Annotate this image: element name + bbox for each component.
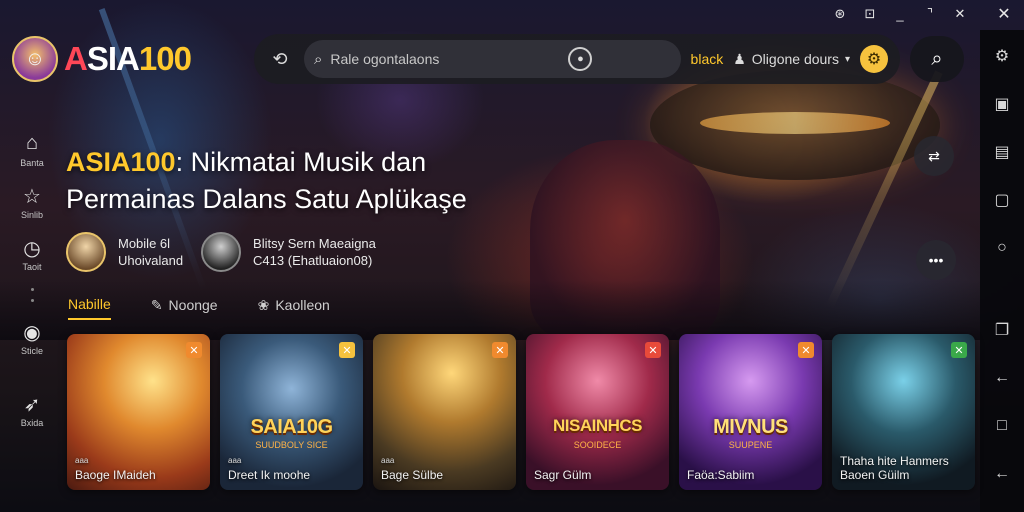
user-card[interactable]: Mobile 6l Uhoivaland	[66, 232, 183, 272]
left-sidebar: ⌂ Banta ☆ Sinlib ◷ Taoit ◉ Sticle ➶ Bxid…	[8, 132, 56, 444]
x-icon[interactable]: ✕	[492, 342, 508, 358]
camera-icon[interactable]: ▣	[991, 94, 1013, 114]
game-card[interactable]: ✕ NISAINHCS SOOIDECE Sagr Gülm	[526, 334, 669, 490]
screenshot-icon[interactable]: ▤	[991, 142, 1013, 162]
game-card[interactable]: ✕ aaa Baoge IMaideh	[67, 334, 210, 490]
star-icon: ☆	[23, 186, 41, 208]
refresh-icon[interactable]: ⟲	[266, 45, 294, 73]
disc-icon: ◉	[23, 322, 41, 344]
tab-nabille[interactable]: Nabille	[68, 296, 111, 320]
pencil-icon: ✎	[150, 296, 163, 313]
game-cards-row: ✕ aaa Baoge IMaideh ✕ SAIA10G SUUDBOLY SI…	[67, 334, 975, 490]
app-logo[interactable]: ☺ ASIA100	[12, 36, 192, 82]
close-x-icon[interactable]: ✕	[996, 6, 1012, 23]
shuffle-button[interactable]: ⇄	[914, 136, 954, 176]
search-field[interactable]: ⌕ ●	[304, 40, 681, 78]
top-toolbar: ⟲ ⌕ ● black ♟ Oligone dours ▾ ⚙	[254, 34, 900, 84]
sidebar-item-bxida[interactable]: ➶ Bxida	[8, 392, 56, 428]
timer-icon: ◷	[23, 238, 41, 260]
x-icon[interactable]: ✕	[645, 342, 661, 358]
rocket-icon: ➶	[23, 394, 41, 416]
x-icon[interactable]: ✕	[186, 342, 202, 358]
minimize-icon[interactable]: _	[892, 6, 908, 22]
file-icon[interactable]: ▢	[991, 190, 1013, 210]
people-icon: ♟	[733, 50, 746, 67]
settings-gear-icon[interactable]: ⚙	[860, 45, 888, 73]
avatar	[201, 232, 242, 272]
game-card[interactable]: ✕ SAIA10G SUUDBOLY SICE aaa Dreet Ik mooh…	[220, 334, 363, 490]
sidebar-item-sticle[interactable]: ◉ Sticle	[8, 320, 56, 356]
x-icon[interactable]: ✕	[339, 342, 355, 358]
search-input[interactable]	[330, 51, 561, 67]
user-card[interactable]: Blitsy Sern Maeaigna C413 (Ehatluaion08)	[201, 232, 376, 272]
sidebar-divider	[8, 288, 56, 302]
window-controls: ⊛ ⊡ _ ⌝ ✕ ✕	[832, 6, 1012, 23]
more-options-button[interactable]: •••	[916, 240, 956, 280]
avatar	[66, 232, 106, 272]
more-dots-icon: •••	[928, 252, 944, 268]
tab-noonge[interactable]: ✎ Noonge	[151, 297, 218, 320]
sidebar-item-sinlib[interactable]: ☆ Sinlib	[8, 184, 56, 220]
back-arrow-icon[interactable]: ←	[991, 368, 1013, 388]
help-icon[interactable]: ⊛	[832, 6, 848, 22]
back-nav-icon[interactable]: ←	[991, 464, 1013, 484]
jester-avatar-icon: ☺	[12, 36, 58, 82]
tab-kaolleon[interactable]: ❀ Kaolleon	[258, 297, 330, 320]
home-square-icon[interactable]: □	[991, 416, 1013, 436]
game-card[interactable]: ✕ MIVNUS SUUPENE Faöa:Sabiim	[679, 334, 822, 490]
search-icon: ⌕	[931, 47, 943, 70]
chevron-down-icon: ▾	[844, 53, 850, 65]
search-icon: ⌕	[314, 50, 323, 68]
black-label[interactable]: black	[691, 51, 724, 67]
game-card[interactable]: ✕ aaa Bage Sülbe	[373, 334, 516, 490]
right-nav-bar: ⚙ ▣ ▤ ▢ ○ ❐ ← □ ←	[980, 30, 1024, 512]
logo-text: ASIA100	[64, 40, 192, 77]
record-circle-icon[interactable]: ○	[991, 238, 1013, 258]
paw-icon: ❀	[257, 296, 270, 313]
settings-icon[interactable]: ⚙	[991, 46, 1013, 66]
home-icon: ⌂	[25, 132, 39, 154]
hero-title: ASIA100: Nikmatai Musik dan Permainas Da…	[66, 147, 467, 214]
sidebar-item-taoit[interactable]: ◷ Taoit	[8, 236, 56, 272]
copy-icon[interactable]: ❐	[991, 320, 1013, 340]
close-icon[interactable]: ✕	[952, 6, 968, 22]
shuffle-icon: ⇄	[928, 147, 940, 164]
restore-icon[interactable]: ⊡	[862, 6, 878, 22]
sidebar-item-banta[interactable]: ⌂ Banta	[8, 132, 56, 168]
featured-users: Mobile 6l Uhoivaland Blitsy Sern Maeaign…	[66, 232, 376, 272]
people-selector[interactable]: ♟ Oligone dours ▾	[733, 51, 850, 68]
x-icon[interactable]: ✕	[951, 342, 967, 358]
maximize-icon[interactable]: ⌝	[922, 6, 938, 22]
game-card[interactable]: ✕ Thaha hite Hanmers Baoen Güilm	[832, 334, 975, 490]
search-button[interactable]: ⌕	[910, 36, 964, 82]
x-icon[interactable]: ✕	[798, 342, 814, 358]
content-tabs: Nabille ✎ Noonge ❀ Kaolleon	[68, 296, 330, 320]
record-icon[interactable]: ●	[568, 47, 593, 71]
